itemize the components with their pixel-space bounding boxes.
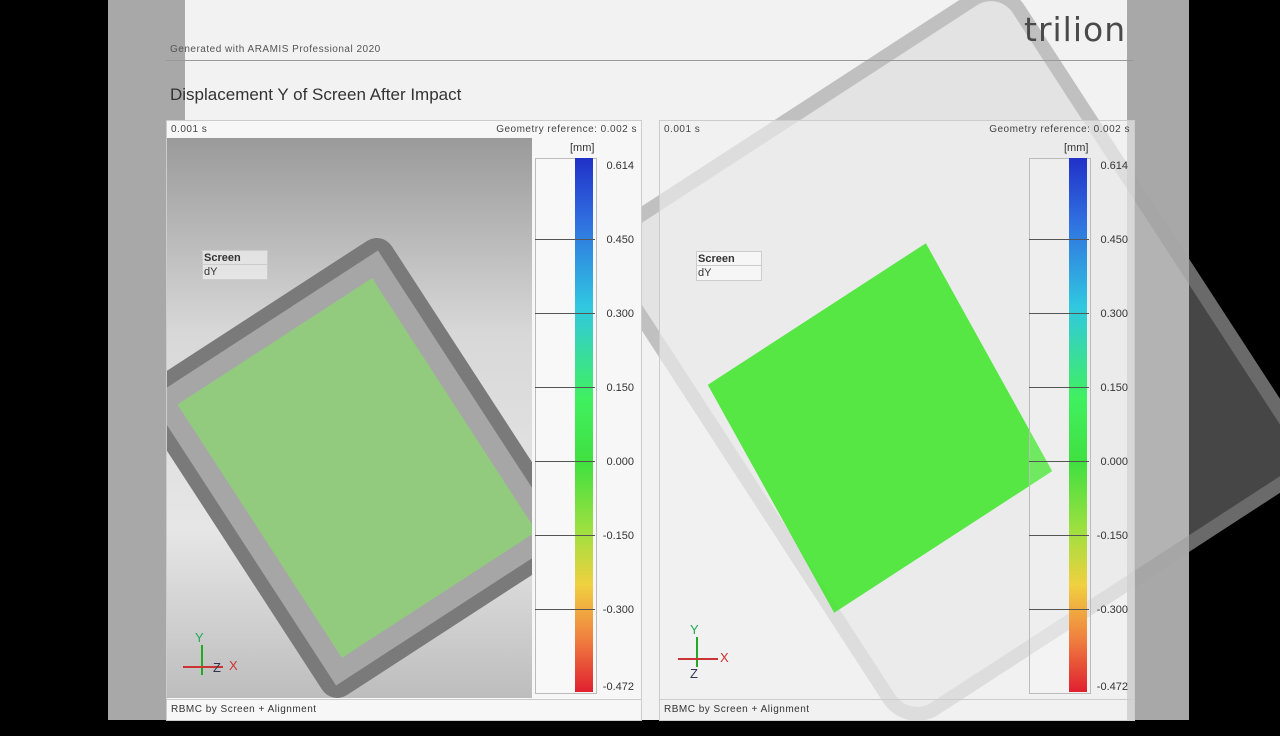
- screen-label: Screen dY: [202, 250, 268, 280]
- panel-footer: RBMC by Screen + Alignment: [167, 699, 641, 720]
- geometry-reference: Geometry reference: 0.002 s: [989, 124, 1130, 135]
- time-label: 0.001 s: [171, 124, 208, 135]
- screen-overlay: [177, 278, 532, 658]
- screen-label: Screen dY: [696, 251, 762, 281]
- header-divider: [166, 60, 1134, 61]
- color-legend-left: [mm] 0.614 0.450 0.300 0.150 0.000 -0.15…: [535, 140, 634, 695]
- coordinate-axes: Y Z X: [183, 630, 243, 690]
- geometry-reference: Geometry reference: 0.002 s: [496, 124, 637, 135]
- color-legend-right: [mm] 0.614 0.450 0.300 0.150 0.000 -0.15…: [1029, 140, 1128, 695]
- time-label: 0.001 s: [664, 124, 701, 135]
- page-title: Displacement Y of Screen After Impact: [170, 85, 462, 104]
- screen-surface: [707, 243, 1053, 613]
- phone-image: [167, 231, 532, 698]
- trilion-logo: trilion: [1024, 10, 1127, 49]
- coordinate-axes: Y Z X: [678, 622, 738, 682]
- panel-footer: RBMC by Screen + Alignment: [660, 699, 1134, 720]
- video-frame: Generated with ARAMIS Professional 2020 …: [0, 0, 1280, 736]
- camera-image: Screen dY Y Z X: [167, 138, 532, 698]
- generated-with-text: Generated with ARAMIS Professional 2020: [170, 44, 381, 55]
- 3d-view: Screen dY Y Z X: [660, 138, 1053, 698]
